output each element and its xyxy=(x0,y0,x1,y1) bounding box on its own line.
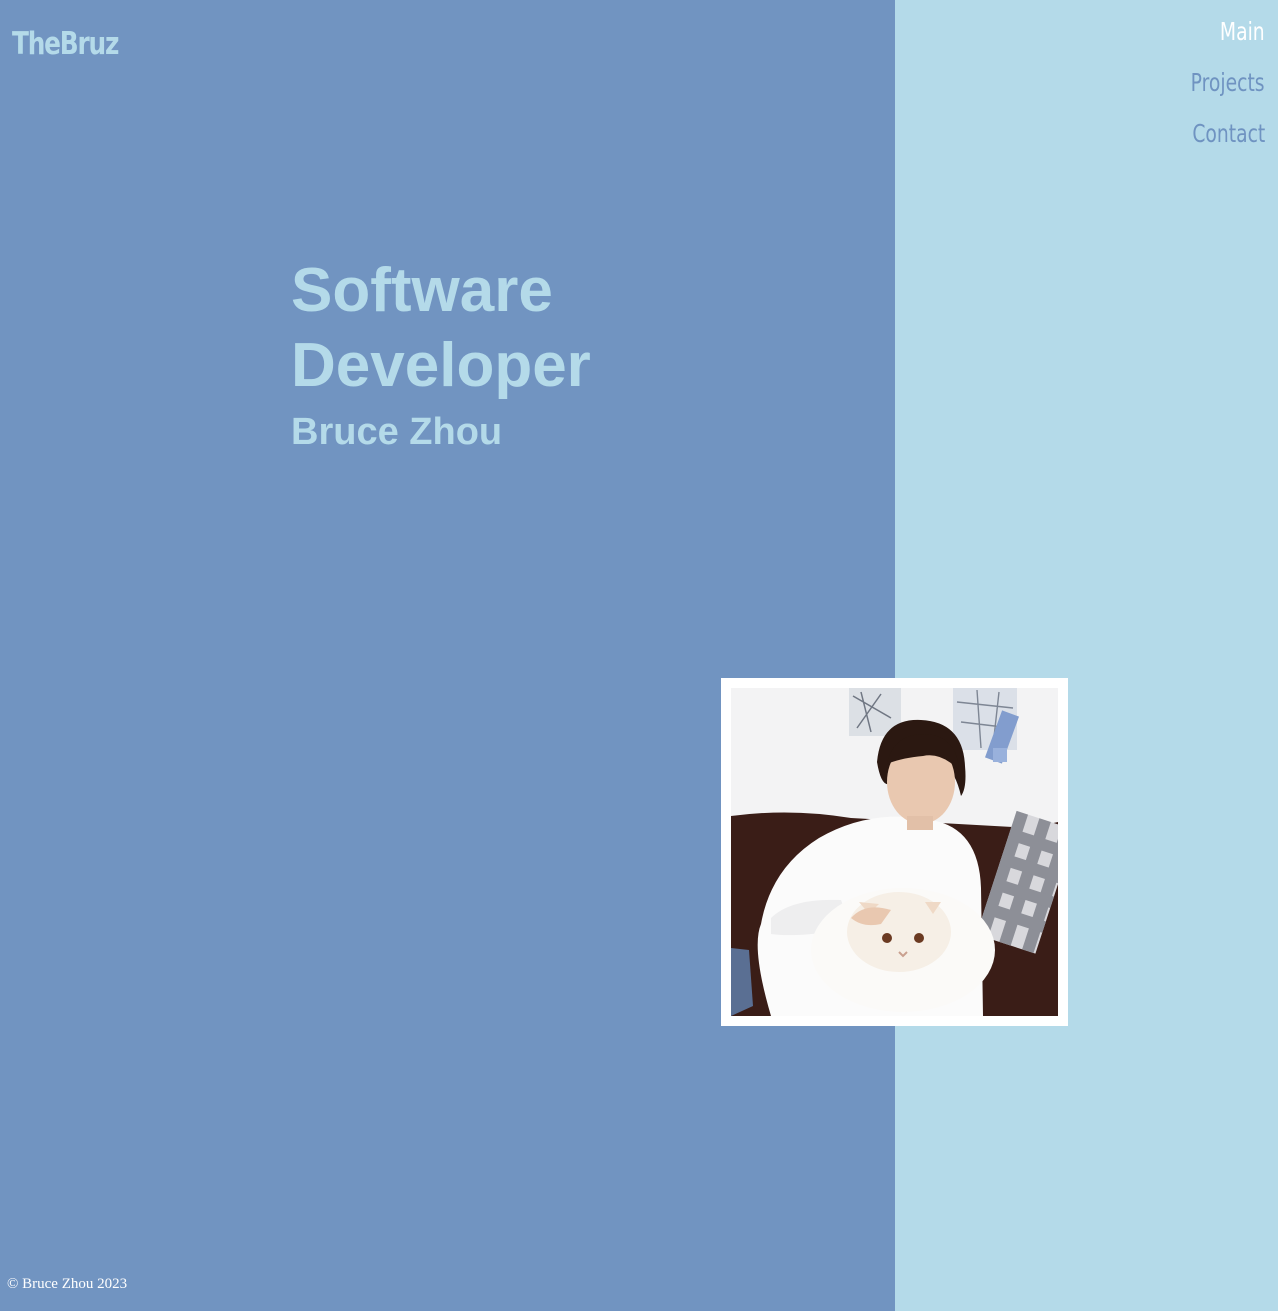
hero-name: Bruce Zhou xyxy=(291,411,503,453)
nav-item-main[interactable]: Main xyxy=(1220,16,1265,67)
site-logo[interactable]: TheBruz xyxy=(12,26,119,62)
hero-title-line-2: Developer xyxy=(291,331,591,400)
footer-copyright: © Bruce Zhou 2023 xyxy=(7,1276,128,1292)
hero-title-line-1: Software xyxy=(291,256,553,325)
profile-photo xyxy=(731,688,1058,1016)
hero-section: Software Developer Bruce Zhou xyxy=(291,253,591,457)
left-panel xyxy=(0,0,895,1311)
main-nav: Main Projects Contact xyxy=(1166,16,1265,169)
nav-item-contact[interactable]: Contact xyxy=(1192,118,1265,169)
nav-item-projects[interactable]: Projects xyxy=(1191,67,1265,118)
right-panel xyxy=(895,0,1278,1311)
profile-photo-frame xyxy=(721,678,1068,1026)
